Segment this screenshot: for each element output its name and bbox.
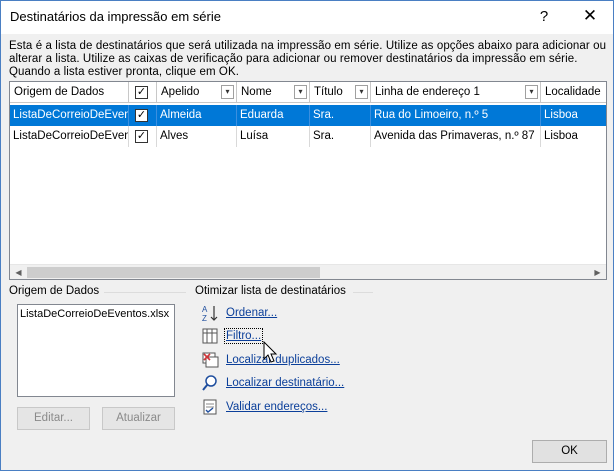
cell-localidade: Lisboa bbox=[541, 126, 606, 147]
sort-link[interactable]: Ordenar... bbox=[226, 307, 277, 319]
sort-link-row[interactable]: A Z Ordenar... bbox=[201, 303, 277, 323]
mouse-pointer-icon bbox=[263, 341, 278, 363]
filter-icon bbox=[201, 327, 219, 345]
recipients-grid[interactable]: Origem de Dados ✓ Apelido ▾ Nome ▾ Títul… bbox=[9, 81, 607, 280]
cell-endereco: Rua do Limoeiro, n.º 5 bbox=[371, 105, 541, 126]
chevron-down-icon[interactable]: ▾ bbox=[525, 85, 538, 99]
filter-link-row[interactable]: Filtro... bbox=[201, 326, 264, 346]
row-checkbox[interactable]: ✓ bbox=[135, 109, 148, 122]
cell-nome: Luísa bbox=[237, 126, 310, 147]
mail-merge-recipients-dialog: Destinatários da impressão em série ? ✕ … bbox=[0, 0, 614, 471]
cell-endereco: Avenida das Primaveras, n.º 87 bbox=[371, 126, 541, 147]
row-checkbox[interactable]: ✓ bbox=[135, 130, 148, 143]
close-button[interactable]: ✕ bbox=[567, 1, 613, 31]
chevron-down-icon[interactable]: ▾ bbox=[221, 85, 234, 99]
validate-addresses-link[interactable]: Validar endereços... bbox=[226, 401, 327, 413]
scroll-left-icon[interactable]: ◀ bbox=[10, 265, 27, 279]
find-recipient-link[interactable]: Localizar destinatário... bbox=[226, 377, 344, 389]
list-item[interactable]: ListaDeCorreioDeEventos.xlsx bbox=[20, 308, 172, 320]
chevron-down-icon[interactable]: ▾ bbox=[294, 85, 307, 99]
cell-include: ✓ bbox=[129, 126, 157, 147]
column-header-linha-endereco[interactable]: Linha de endereço 1 ▾ bbox=[371, 82, 541, 103]
column-header-localidade[interactable]: Localidade bbox=[541, 82, 606, 103]
chevron-down-icon[interactable]: ▾ bbox=[355, 85, 368, 99]
ok-button[interactable]: OK bbox=[532, 440, 607, 463]
validate-addresses-link-row[interactable]: Validar endereços... bbox=[201, 397, 327, 417]
filter-link[interactable]: Filtro... bbox=[223, 328, 264, 344]
cell-nome: Eduarda bbox=[237, 105, 310, 126]
cell-source: ListaDeCorreioDeEventos.xlsx bbox=[10, 105, 129, 126]
title-bar: Destinatários da impressão em série ? ✕ bbox=[1, 1, 613, 34]
edit-button[interactable]: Editar... bbox=[17, 407, 90, 430]
svg-text:Z: Z bbox=[202, 314, 207, 322]
horizontal-scrollbar[interactable]: ◀ ▶ bbox=[10, 264, 606, 279]
description-text: Esta é a lista de destinatários que será… bbox=[9, 40, 607, 78]
cell-titulo: Sra. bbox=[310, 126, 371, 147]
column-header-linha-endereco-label: Linha de endereço 1 bbox=[375, 86, 480, 98]
refresh-button[interactable]: Atualizar bbox=[102, 407, 175, 430]
find-duplicates-icon bbox=[201, 351, 219, 369]
find-duplicates-link[interactable]: Localizar duplicados... bbox=[226, 354, 340, 366]
select-all-checkbox[interactable]: ✓ bbox=[135, 86, 148, 99]
cell-apelido: Alves bbox=[157, 126, 237, 147]
cell-localidade: Lisboa bbox=[541, 105, 606, 126]
refine-group-label: Otimizar lista de destinatários bbox=[195, 285, 346, 297]
column-header-apelido[interactable]: Apelido ▾ bbox=[157, 82, 237, 103]
group-divider bbox=[104, 292, 186, 293]
cell-source: ListaDeCorreioDeEventos.xlsx bbox=[10, 126, 129, 147]
column-header-apelido-label: Apelido bbox=[161, 86, 200, 98]
scroll-right-icon[interactable]: ▶ bbox=[589, 265, 606, 279]
data-source-group-label: Origem de Dados bbox=[9, 285, 100, 297]
scrollbar-thumb[interactable] bbox=[27, 267, 320, 278]
column-header-nome[interactable]: Nome ▾ bbox=[237, 82, 310, 103]
column-header-titulo[interactable]: Título ▾ bbox=[310, 82, 371, 103]
validate-addresses-icon bbox=[201, 398, 219, 416]
column-header-data-source[interactable]: Origem de Dados bbox=[10, 82, 129, 103]
column-header-titulo-label: Título bbox=[314, 86, 343, 98]
cell-titulo: Sra. bbox=[310, 105, 371, 126]
cell-include: ✓ bbox=[129, 105, 157, 126]
group-divider bbox=[353, 292, 373, 293]
help-button[interactable]: ? bbox=[521, 1, 567, 31]
table-row[interactable]: ListaDeCorreioDeEventos.xlsx ✓ Almeida E… bbox=[10, 105, 606, 126]
grid-header-row: Origem de Dados ✓ Apelido ▾ Nome ▾ Títul… bbox=[10, 82, 606, 103]
data-source-list[interactable]: ListaDeCorreioDeEventos.xlsx bbox=[17, 304, 175, 397]
svg-text:A: A bbox=[202, 305, 208, 314]
find-recipient-link-row[interactable]: Localizar destinatário... bbox=[201, 373, 344, 393]
column-header-select-all[interactable]: ✓ bbox=[129, 82, 157, 103]
column-header-nome-label: Nome bbox=[241, 86, 272, 98]
sort-az-icon: A Z bbox=[201, 304, 219, 323]
cell-apelido: Almeida bbox=[157, 105, 237, 126]
dialog-title: Destinatários da impressão em série bbox=[10, 9, 221, 24]
table-row[interactable]: ListaDeCorreioDeEventos.xlsx ✓ Alves Luí… bbox=[10, 126, 606, 147]
find-recipient-icon bbox=[201, 374, 219, 392]
